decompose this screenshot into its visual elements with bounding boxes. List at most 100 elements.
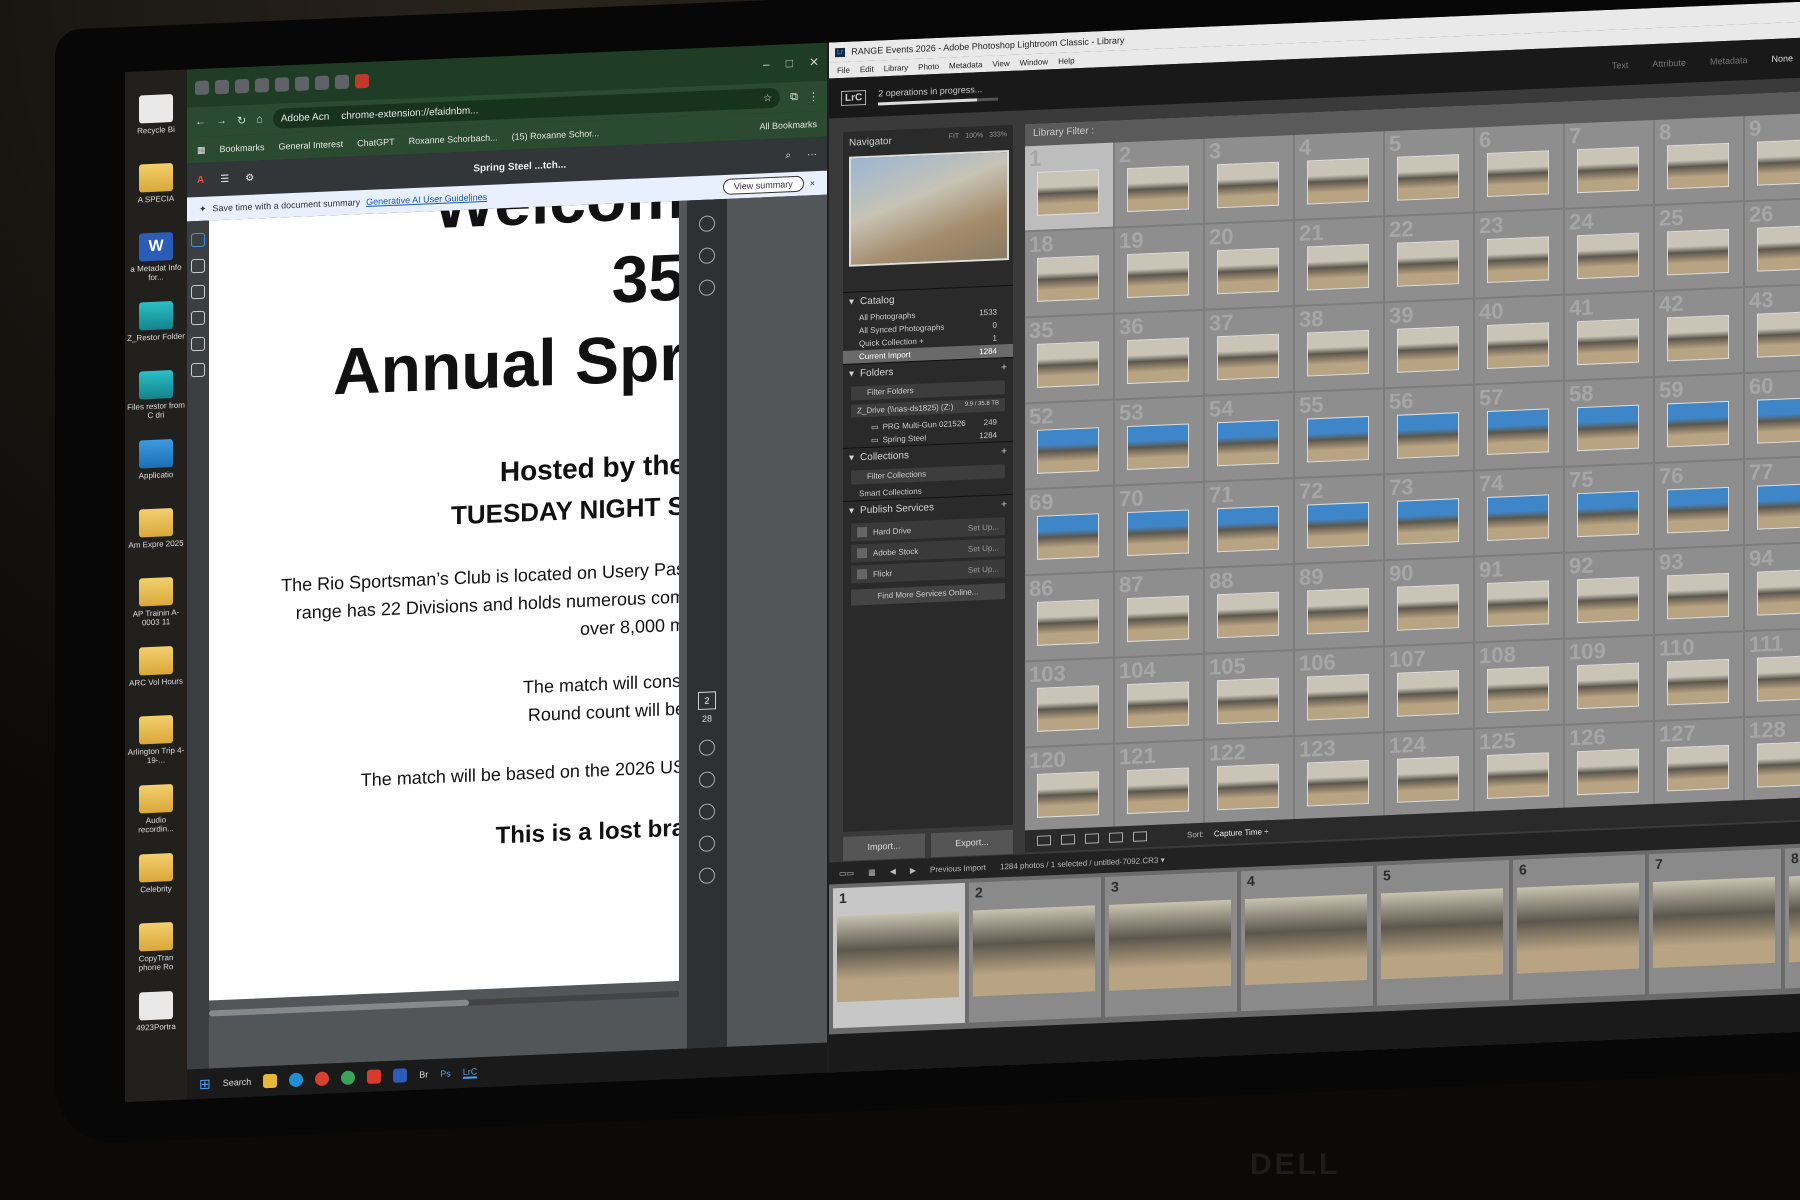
current-page[interactable]: 2 xyxy=(698,691,716,711)
grid-cell[interactable]: 103 xyxy=(1025,658,1113,747)
grid-cell[interactable]: 36 xyxy=(1115,310,1203,399)
filmstrip-cell[interactable]: 1 xyxy=(833,882,965,1029)
survey-view-icon[interactable] xyxy=(1109,832,1123,843)
grid-cell[interactable]: 89 xyxy=(1295,561,1383,650)
menu-edit[interactable]: Edit xyxy=(860,64,874,74)
grid-cell[interactable]: 40 xyxy=(1475,295,1563,384)
bookmark-item[interactable]: General Interest xyxy=(279,139,344,152)
tab-icon[interactable] xyxy=(235,78,249,94)
desktop-item[interactable]: A SPECIA xyxy=(127,163,185,205)
scrollbar-thumb[interactable] xyxy=(209,999,469,1017)
drive-row[interactable]: Z_Drive (\\nas-ds1825) (Z:) 9.9 / 35.8 T… xyxy=(851,398,1005,418)
home-icon[interactable]: ⌂ xyxy=(256,113,263,125)
menu-icon[interactable]: ⋮ xyxy=(808,89,819,102)
outline-icon[interactable]: ⚙ xyxy=(245,172,254,183)
grid-cell[interactable]: 4 xyxy=(1295,131,1383,220)
menu-help[interactable]: Help xyxy=(1058,56,1074,66)
grid-cell[interactable]: 25 xyxy=(1655,202,1743,290)
add-collection-icon[interactable]: + xyxy=(1001,446,1007,457)
grid-cell[interactable]: 2 xyxy=(1115,138,1203,227)
grid-cell[interactable]: 55 xyxy=(1295,389,1383,478)
grid-cell[interactable]: 26 xyxy=(1745,198,1800,287)
desktop-item[interactable]: Am Expre 2025 xyxy=(127,508,185,550)
desktop-item[interactable]: Files restor from C dri xyxy=(127,370,185,421)
profile-chip[interactable]: Adobe Acn xyxy=(281,111,329,124)
grid-cell[interactable]: 57 xyxy=(1475,381,1563,470)
grid-cell[interactable]: 71 xyxy=(1205,479,1293,567)
grid-icon[interactable]: ▦ xyxy=(868,867,876,876)
filter-tab-none[interactable]: None xyxy=(1771,53,1793,64)
filter-tab-text[interactable]: Text xyxy=(1612,60,1629,71)
grid-cell[interactable]: 39 xyxy=(1385,299,1473,388)
tab-icon[interactable] xyxy=(215,79,229,95)
thumbnails-icon[interactable] xyxy=(699,279,715,297)
tab-icon[interactable] xyxy=(315,75,329,91)
url-text[interactable]: chrome-extension://efaidnbm... xyxy=(341,105,478,122)
menu-view[interactable]: View xyxy=(992,58,1009,68)
zoom-333[interactable]: 333% xyxy=(989,131,1007,143)
back-icon[interactable]: ← xyxy=(195,116,206,128)
setup-link[interactable]: Set Up... xyxy=(968,543,999,553)
grid-cell[interactable]: 42 xyxy=(1655,288,1743,376)
comment-icon[interactable] xyxy=(699,215,715,233)
export-button[interactable]: Export... xyxy=(931,829,1013,858)
tab-icon[interactable] xyxy=(275,77,289,92)
photoshop-icon[interactable]: Ps xyxy=(440,1068,451,1078)
grid-cell[interactable]: 88 xyxy=(1205,565,1293,653)
menu-window[interactable]: Window xyxy=(1020,57,1048,67)
grid-cell[interactable]: 1 xyxy=(1025,142,1113,231)
grid-cell[interactable]: 126 xyxy=(1565,722,1653,810)
grid-cell[interactable]: 9 xyxy=(1745,112,1800,201)
all-bookmarks[interactable]: All Bookmarks xyxy=(759,119,817,131)
grid-cell[interactable]: 37 xyxy=(1205,307,1293,395)
desktop-item[interactable]: Recycle Bi xyxy=(127,94,185,136)
minimize-button[interactable]: – xyxy=(763,57,770,71)
sort-select[interactable]: Capture Time ÷ xyxy=(1214,827,1269,838)
text-tool-icon[interactable] xyxy=(191,336,205,352)
grid-cell[interactable]: 121 xyxy=(1115,740,1203,829)
filmstrip-source[interactable]: Previous Import xyxy=(930,862,986,873)
zoom-fit[interactable]: FIT xyxy=(949,133,960,144)
menu-photo[interactable]: Photo xyxy=(918,61,939,71)
more-icon[interactable]: ··· xyxy=(807,149,817,160)
extensions-icon[interactable]: ⧉ xyxy=(790,90,798,103)
grid-cell[interactable]: 7 xyxy=(1565,120,1653,208)
setup-link[interactable]: Set Up... xyxy=(968,564,999,574)
filmstrip-cell[interactable]: 4 xyxy=(1241,865,1373,1012)
zoom-100[interactable]: 100% xyxy=(965,132,983,144)
loupe-view-icon[interactable] xyxy=(1061,834,1075,845)
grid-cell[interactable]: 122 xyxy=(1205,737,1293,825)
import-button[interactable]: Import... xyxy=(843,833,925,861)
add-folder-icon[interactable]: + xyxy=(1001,362,1007,373)
grid-cell[interactable]: 76 xyxy=(1655,460,1743,548)
grid-cell[interactable]: 8 xyxy=(1655,116,1743,204)
setup-link[interactable]: Set Up... xyxy=(968,522,999,532)
desktop-item[interactable]: Z_Restor Folder xyxy=(127,301,185,343)
grid-cell[interactable]: 3 xyxy=(1205,135,1293,223)
grid-cell[interactable]: 54 xyxy=(1205,393,1293,481)
select-tool-icon[interactable] xyxy=(191,232,205,248)
zoom-in-icon[interactable] xyxy=(699,835,715,853)
grid-cell[interactable]: 124 xyxy=(1385,729,1473,818)
bookmark-icon[interactable] xyxy=(699,247,715,265)
find-more-services-button[interactable]: Find More Services Online... xyxy=(851,583,1005,606)
desktop-item[interactable]: Applicatio xyxy=(127,439,185,481)
taskbar-search[interactable]: Search xyxy=(223,1077,252,1088)
grid-cell[interactable]: 74 xyxy=(1475,467,1563,556)
grid-cell[interactable]: 52 xyxy=(1025,400,1113,489)
grid-cell[interactable]: 107 xyxy=(1385,643,1473,732)
menu-library[interactable]: Library xyxy=(884,63,908,73)
chrome-icon[interactable] xyxy=(315,1071,330,1087)
edge-icon[interactable] xyxy=(289,1072,304,1088)
grid-cell[interactable]: 58 xyxy=(1565,378,1653,466)
grid-cell[interactable]: 123 xyxy=(1295,733,1383,822)
grid-cell[interactable]: 35 xyxy=(1025,314,1113,403)
zoom-tool-icon[interactable] xyxy=(191,258,205,274)
grid-cell[interactable]: 94 xyxy=(1745,542,1800,631)
search-icon[interactable]: ⌕ xyxy=(785,150,791,161)
tab-icon[interactable] xyxy=(335,74,349,90)
bookmark-item[interactable]: Roxanne Schorbach... xyxy=(409,132,498,146)
grid-cell[interactable]: 5 xyxy=(1385,127,1473,216)
filter-tab-attribute[interactable]: Attribute xyxy=(1652,58,1686,69)
rotate-icon[interactable] xyxy=(699,803,715,821)
